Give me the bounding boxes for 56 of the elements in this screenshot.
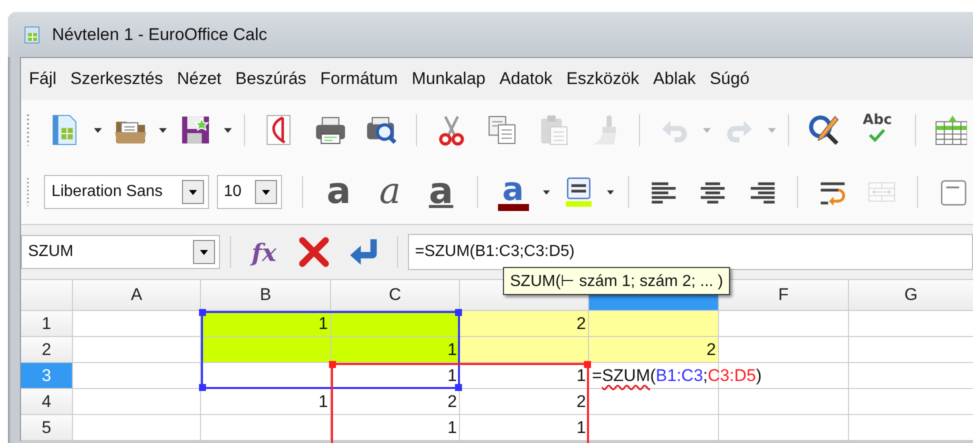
menu-item[interactable]: Munkalap <box>408 67 490 91</box>
toolbar-grip[interactable] <box>27 112 31 148</box>
menu-item[interactable]: Fájl <box>25 67 60 91</box>
cell-value: 1 <box>576 418 586 438</box>
cell-value: 1 <box>318 392 328 412</box>
cell-value: 1 <box>448 366 457 386</box>
highlight-icon[interactable] <box>564 175 593 209</box>
window-title: Névtelen 1 - EuroOffice Calc <box>52 24 268 44</box>
menu-item[interactable]: Szerkesztés <box>66 67 167 91</box>
cell-value: 1 <box>448 418 457 438</box>
column-header[interactable]: G <box>849 280 973 311</box>
cell-value: 2 <box>706 340 716 360</box>
cell-value: 2 <box>576 392 586 412</box>
table-icon[interactable] <box>934 113 967 147</box>
menu-item[interactable]: Nézet <box>173 67 226 91</box>
dropdown-arrow-icon[interactable] <box>94 128 102 132</box>
dropdown-arrow-icon[interactable] <box>542 190 550 194</box>
menu-item[interactable]: Súgó <box>706 67 754 91</box>
row-header[interactable]: 5 <box>21 415 73 441</box>
menu-item[interactable]: Ablak <box>649 67 700 91</box>
menu-item[interactable]: Eszközök <box>562 67 644 91</box>
dropdown-arrow-icon[interactable] <box>158 128 167 132</box>
cell-value: 1 <box>448 340 457 360</box>
dropdown-arrow-icon[interactable] <box>606 190 614 194</box>
menu-item[interactable]: Formátum <box>316 67 402 91</box>
underline-button[interactable]: a <box>426 174 457 210</box>
cell-value: 2 <box>576 314 586 334</box>
bold-button[interactable]: a <box>323 174 354 210</box>
font-name-field[interactable]: Liberation Sans <box>44 175 209 209</box>
spellcheck-button[interactable]: Abc <box>858 112 897 148</box>
column-header[interactable]: B <box>201 280 331 311</box>
reference-range-frame[interactable] <box>201 311 460 389</box>
menu-item[interactable]: Beszúrás <box>231 67 310 91</box>
menu-item[interactable]: Adatok <box>495 67 556 91</box>
row-header[interactable]: 2 <box>21 337 73 363</box>
cell-value: 2 <box>448 392 457 412</box>
row-header[interactable]: 4 <box>21 389 73 415</box>
cancel-icon[interactable] <box>297 235 331 269</box>
font-color-button[interactable]: a <box>498 174 529 210</box>
row-header[interactable]: 1 <box>21 311 73 337</box>
checkmark-icon <box>867 128 888 142</box>
corner-cell[interactable] <box>21 280 73 311</box>
dropdown-arrow-icon[interactable] <box>224 128 232 132</box>
formula-text: =SZUM(B1:C3;C3:D5) <box>592 366 762 386</box>
cell-value: 1 <box>318 314 328 334</box>
function-tooltip: SZUM(⊢ szám 1; szám 2; ... ) <box>503 267 730 295</box>
column-header[interactable]: C <box>331 280 460 311</box>
cell-value: 1 <box>576 366 586 386</box>
formula-input[interactable]: =SZUM(B1:C3;C3:D5) <box>408 234 973 270</box>
calc-icon <box>24 26 40 44</box>
function-wizard-button[interactable]: fx <box>247 238 281 266</box>
name-box[interactable]: SZUM <box>21 235 220 269</box>
italic-button[interactable]: a <box>374 174 406 210</box>
find-icon[interactable] <box>806 113 840 147</box>
column-header[interactable]: A <box>73 280 201 311</box>
font-size-field[interactable]: 10 <box>216 175 282 209</box>
